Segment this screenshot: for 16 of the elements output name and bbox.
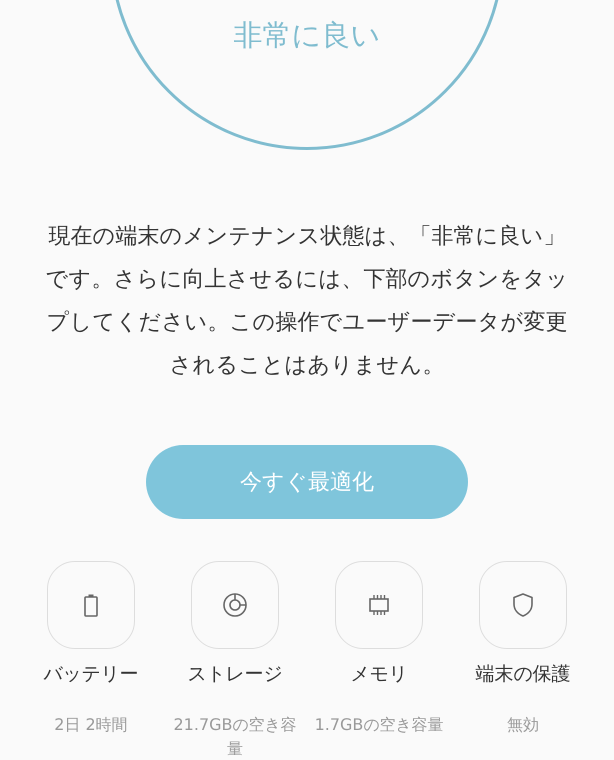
status-description: 現在の端末のメンテナンス状態は、「非常に良い」です。さらに向上させるには、下部のボタンをタップしてください。この操作でユーザーデータが変更されることはありません。 <box>44 223 570 380</box>
disc-icon <box>221 591 249 619</box>
category-label: 端末の保護 <box>476 662 570 687</box>
score-label: 非常に良い <box>234 17 380 54</box>
category-value: 2日 2時間 <box>53 714 129 736</box>
optimize-button[interactable]: 今すぐ最適化 <box>146 445 468 519</box>
category-value: 1.7GBの空き容量 <box>314 714 444 736</box>
category-tile[interactable] <box>47 561 135 649</box>
category-label: バッテリー <box>44 662 138 687</box>
category-label: メモリ <box>350 662 408 687</box>
category-tile[interactable] <box>335 561 423 649</box>
category-label: ストレージ <box>188 662 282 687</box>
category-tile[interactable] <box>191 561 279 649</box>
category-value: 21.7GBの空き容量 <box>172 714 298 760</box>
category-tile[interactable] <box>479 561 567 649</box>
category-value: 無効 <box>506 714 540 736</box>
